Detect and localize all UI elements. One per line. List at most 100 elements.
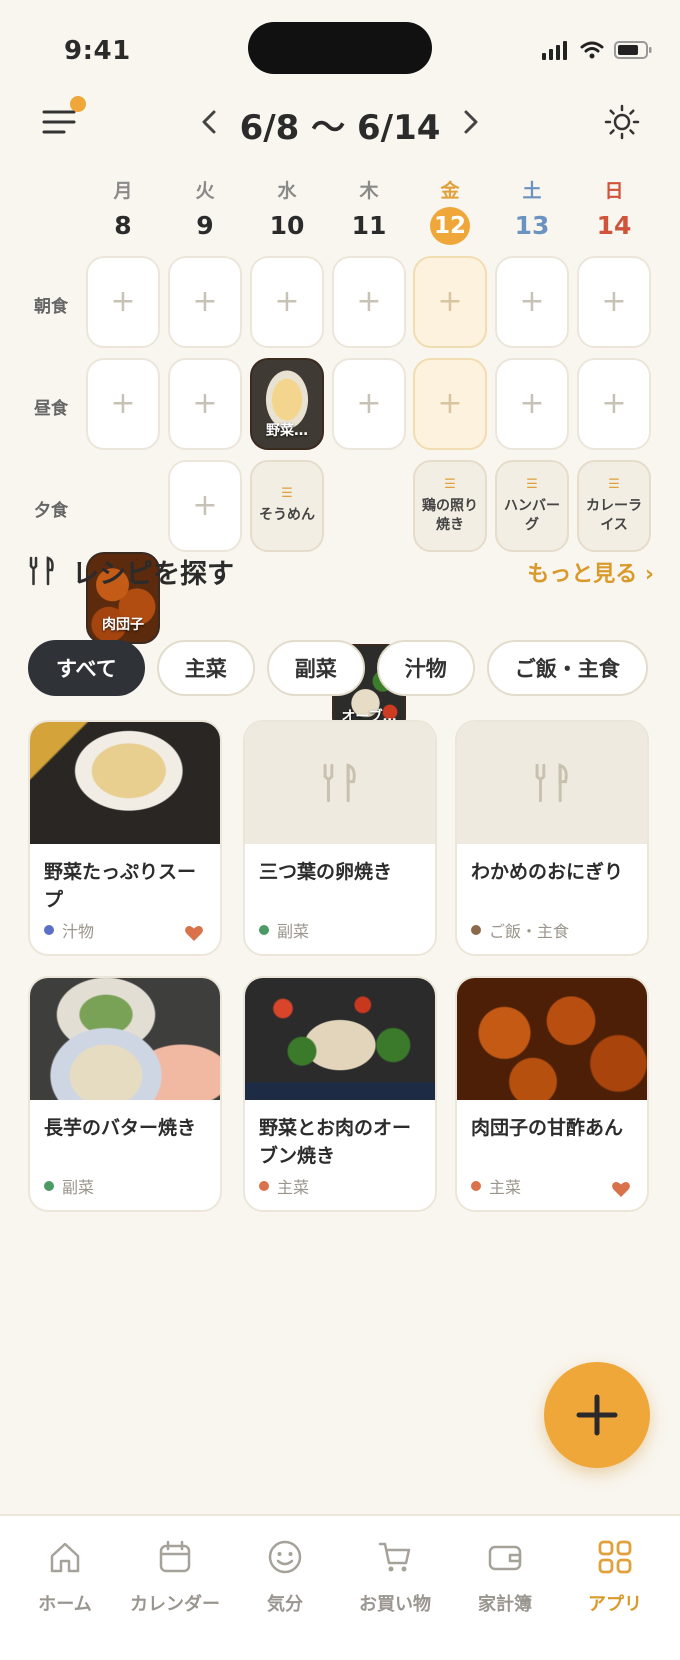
row-label-dinner: 夕食 [34, 501, 68, 521]
heart-icon[interactable] [184, 924, 204, 942]
category-dot [259, 925, 269, 935]
recipe-photo [30, 722, 220, 844]
meal-slot-dinner-wed[interactable]: ☰ そうめん [250, 460, 324, 552]
utensils-icon [323, 763, 356, 803]
meal-slot-breakfast-mon[interactable]: + [86, 256, 160, 348]
recipe-card[interactable]: わかめのおにぎり ご飯・主食 [455, 720, 649, 956]
chip-side-dish[interactable]: 副菜 [266, 640, 365, 696]
meal-slot-lunch-mon[interactable]: + [86, 358, 160, 450]
row-label-lunch: 昼食 [34, 399, 68, 419]
see-more-label: もっと見る [527, 562, 638, 587]
meal-slot-lunch-sat[interactable]: + [495, 358, 569, 450]
next-week-button[interactable] [456, 104, 484, 140]
chip-soup[interactable]: 汁物 [376, 640, 475, 696]
wifi-icon [580, 41, 604, 59]
recipe-photo [30, 978, 220, 1100]
status-icons [542, 40, 652, 60]
add-meal-icon: + [519, 386, 545, 421]
chip-all[interactable]: すべて [28, 640, 145, 696]
tab-home[interactable]: ホーム [10, 1538, 120, 1616]
section-title: レシピを探す [72, 559, 234, 590]
date-label: 14 [596, 211, 632, 240]
heart-icon[interactable] [611, 1180, 631, 1198]
date-label: 8 [114, 211, 132, 240]
category-dot [44, 1181, 54, 1191]
cart-icon [378, 1542, 411, 1572]
recipe-card[interactable]: 長芋のバター焼き 副菜 [28, 976, 222, 1212]
memo-icon: ☰ [444, 476, 456, 492]
tab-budget[interactable]: 家計簿 [450, 1538, 560, 1616]
day-header-mon[interactable]: 月 8 [86, 176, 160, 245]
meal-slot-lunch-sun[interactable]: + [577, 358, 651, 450]
weekday-label: 金 [440, 180, 460, 202]
meal-slot-breakfast-sat[interactable]: + [495, 256, 569, 348]
recipe-category: 副菜 [44, 1174, 94, 1198]
meal-slot-breakfast-wed[interactable]: + [250, 256, 324, 348]
status-time: 9:41 [64, 36, 131, 66]
week-range-title: 6/8 〜 6/14 [239, 108, 441, 148]
chip-rice[interactable]: ご飯・主食 [486, 640, 648, 696]
chevron-left-icon [202, 110, 216, 134]
weekday-label: 水 [277, 180, 297, 202]
meal-slot-dinner-sun[interactable]: ☰ カレーライス [577, 460, 651, 552]
see-more-link[interactable]: もっと見る › [527, 556, 654, 588]
category-label: 副菜 [62, 1178, 95, 1197]
meal-slot-lunch-thu[interactable]: + [332, 358, 406, 450]
category-label: 主菜 [277, 1178, 310, 1197]
meal-slot-dinner-fri[interactable]: ☰ 鶏の照り焼き [413, 460, 487, 552]
meal-slot-lunch-fri[interactable]: + [413, 358, 487, 450]
prev-week-button[interactable] [196, 104, 224, 140]
day-header-sat[interactable]: 土 13 [495, 176, 569, 245]
recipe-photo-placeholder [457, 722, 647, 844]
day-header-tue[interactable]: 火 9 [168, 176, 242, 245]
add-meal-icon: + [356, 386, 382, 421]
add-meal-icon: + [356, 284, 382, 319]
add-meal-icon: + [519, 284, 545, 319]
meal-slot-dinner-sat[interactable]: ☰ ハンバーグ [495, 460, 569, 552]
weekday-label: 日 [604, 180, 624, 202]
recipe-card[interactable]: 野菜とお肉のオーブン焼き 主菜 [243, 976, 437, 1212]
recipe-card[interactable]: 肉団子の甘酢あん 主菜 [455, 976, 649, 1212]
utensils-icon [535, 763, 568, 803]
day-header-wed[interactable]: 水 10 [250, 176, 324, 245]
add-meal-icon: + [274, 284, 300, 319]
recipe-title: わかめのおにぎり [471, 861, 624, 883]
chevron-right-icon: › [644, 562, 654, 587]
notification-dot [70, 96, 86, 112]
tab-calendar[interactable]: カレンダー [120, 1538, 230, 1616]
recipe-card[interactable]: 野菜たっぷりスープ 汁物 [28, 720, 222, 956]
tab-shopping[interactable]: お買い物 [340, 1538, 450, 1616]
add-meal-icon: + [437, 386, 463, 421]
add-fab-button[interactable] [544, 1362, 650, 1468]
recipe-category: 汁物 [44, 918, 94, 942]
recipe-category: ご飯・主食 [471, 918, 569, 942]
recipe-photo-placeholder [245, 722, 435, 844]
tab-mood[interactable]: 気分 [230, 1538, 340, 1616]
meal-slot-dinner-tue[interactable]: + [168, 460, 242, 552]
category-label: 汁物 [62, 922, 95, 941]
meal-slot-lunch-tue[interactable]: + [168, 358, 242, 450]
recipe-title: 肉団子の甘酢あん [471, 1117, 624, 1139]
theme-toggle-button[interactable] [604, 104, 640, 140]
meal-slot-breakfast-fri[interactable]: + [413, 256, 487, 348]
weekday-label: 火 [195, 180, 215, 202]
tab-apps[interactable]: アプリ [560, 1538, 670, 1616]
day-header-thu[interactable]: 木 11 [332, 176, 406, 245]
meal-slot-lunch-wed[interactable]: 野菜… [250, 358, 324, 450]
category-label: 副菜 [277, 922, 310, 941]
day-header-sun[interactable]: 日 14 [577, 176, 651, 245]
date-label: 10 [269, 211, 305, 240]
meal-slot-breakfast-tue[interactable]: + [168, 256, 242, 348]
battery-icon [614, 41, 652, 59]
sun-icon [604, 104, 640, 140]
tab-label: 家計簿 [478, 1594, 532, 1615]
day-header-fri-today[interactable]: 金 12 [413, 176, 487, 245]
plus-icon [576, 1394, 618, 1436]
meal-slot-breakfast-sun[interactable]: + [577, 256, 651, 348]
add-meal-icon: + [437, 284, 463, 319]
meal-slot-breakfast-thu[interactable]: + [332, 256, 406, 348]
category-dot [259, 1181, 269, 1191]
add-meal-icon: + [110, 284, 136, 319]
chip-main-dish[interactable]: 主菜 [156, 640, 255, 696]
recipe-card[interactable]: 三つ葉の卵焼き 副菜 [243, 720, 437, 956]
